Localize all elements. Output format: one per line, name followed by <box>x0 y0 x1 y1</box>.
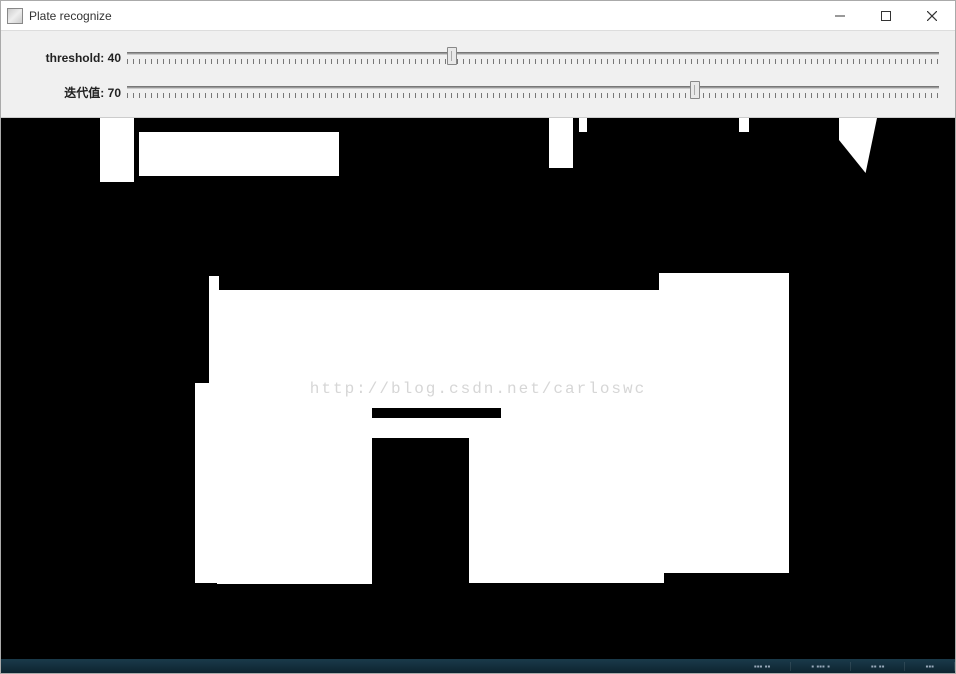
taskbar-segment: ▪▪▪ <box>905 662 955 671</box>
threshold-ticks <box>127 59 939 64</box>
blob <box>369 418 474 438</box>
close-icon <box>927 11 937 21</box>
titlebar-left: Plate recognize <box>7 8 112 24</box>
window-title: Plate recognize <box>29 9 112 23</box>
iteration-ticks <box>127 93 939 98</box>
image-output: http://blog.csdn.net/carloswc <box>1 118 955 659</box>
threshold-slider[interactable] <box>127 46 947 70</box>
iteration-track <box>127 86 939 89</box>
maximize-button[interactable] <box>863 1 909 30</box>
iteration-slider[interactable] <box>127 80 947 104</box>
minimize-icon <box>835 11 845 21</box>
blob <box>839 118 877 173</box>
blob <box>659 273 789 573</box>
blob <box>579 118 587 132</box>
iteration-label: 迭代值: 70 <box>9 84 121 101</box>
window-controls <box>817 1 955 30</box>
iteration-label-text: 迭代值: <box>64 86 104 100</box>
controls-panel: threshold: 40 迭代值: 70 <box>1 31 955 118</box>
iteration-slider-row: 迭代值: 70 <box>9 75 947 109</box>
blob <box>217 406 372 584</box>
threshold-value: 40 <box>108 51 121 65</box>
titlebar: Plate recognize <box>1 1 955 31</box>
maximize-icon <box>881 11 891 21</box>
threshold-label-text: threshold: <box>46 51 105 65</box>
blob <box>469 418 664 583</box>
app-window: Plate recognize threshold: 40 <box>0 0 956 674</box>
threshold-thumb[interactable] <box>447 47 457 65</box>
blob <box>209 290 664 408</box>
close-button[interactable] <box>909 1 955 30</box>
blob <box>139 132 339 176</box>
taskbar-segment: ▪▪ ▪▪ <box>851 662 906 671</box>
taskbar: ▪▪▪ ▪▪ ▪ ▪▪▪ ▪ ▪▪ ▪▪ ▪▪▪ <box>1 659 955 673</box>
iteration-thumb[interactable] <box>690 81 700 99</box>
taskbar-segment: ▪▪▪ ▪▪ <box>734 662 791 671</box>
blob <box>739 118 749 132</box>
taskbar-segment: ▪ ▪▪▪ ▪ <box>791 662 851 671</box>
blob <box>100 118 134 182</box>
threshold-slider-row: threshold: 40 <box>9 41 947 75</box>
blob <box>549 118 573 168</box>
iteration-value: 70 <box>108 86 121 100</box>
app-icon <box>7 8 23 24</box>
minimize-button[interactable] <box>817 1 863 30</box>
threshold-label: threshold: 40 <box>9 51 121 65</box>
threshold-track <box>127 52 939 55</box>
